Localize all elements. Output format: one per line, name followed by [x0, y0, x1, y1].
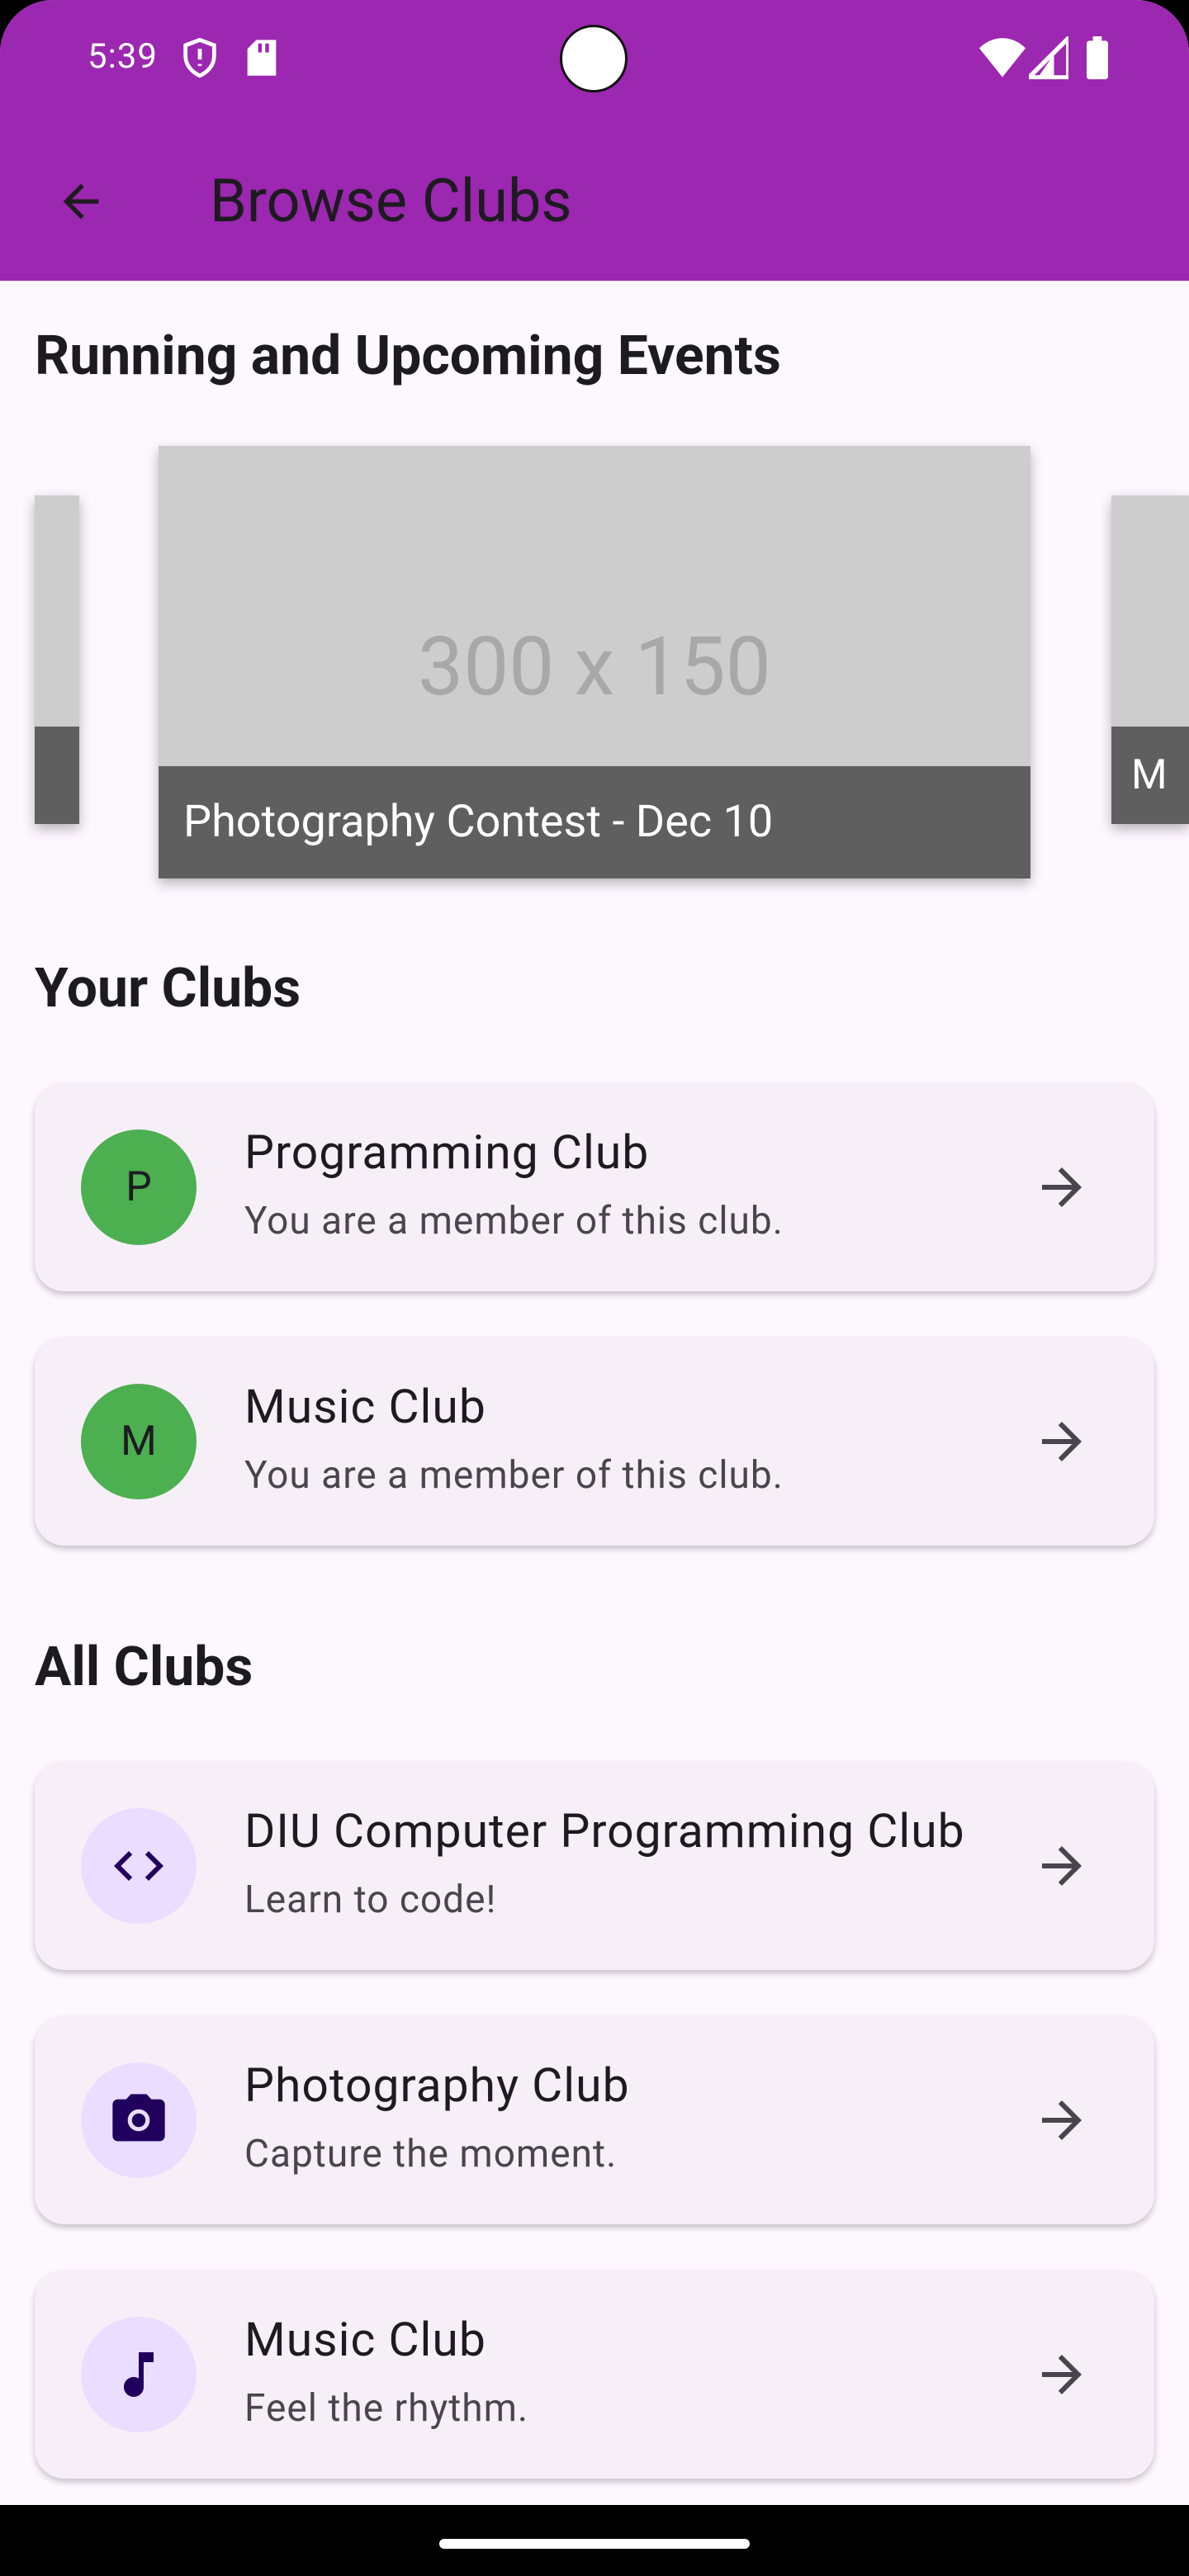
event-image-placeholder: 300 x 150 — [418, 619, 771, 714]
next-event-card[interactable]: M — [1111, 495, 1189, 824]
club-subtitle: You are a member of this club. — [244, 1199, 784, 1243]
wifi-icon — [979, 38, 1026, 78]
all-clubs-title: All Clubs — [35, 1636, 253, 1699]
your-clubs-title: Your Clubs — [35, 957, 301, 1020]
club-name: Programming Club — [244, 1125, 650, 1180]
shield-icon — [183, 37, 216, 78]
event-caption: Photography Contest - Dec 10 — [159, 766, 1030, 878]
battery-icon — [1087, 36, 1108, 79]
arrow-forward-icon[interactable] — [1032, 1836, 1092, 1896]
arrow-forward-icon[interactable] — [1032, 2345, 1092, 2404]
club-name: DIU Computer Programming Club — [244, 1803, 965, 1859]
previous-event-caption-band — [35, 727, 79, 824]
back-button[interactable] — [41, 162, 121, 241]
app-bar: 5:39 Browse Clubs — [0, 0, 1189, 281]
club-icon-avatar — [81, 1808, 197, 1924]
event-card[interactable]: 300 x 150 Photography Contest - Dec 10 — [159, 446, 1030, 878]
club-name: Music Club — [244, 2312, 486, 2367]
club-icon-avatar — [81, 2317, 197, 2432]
arrow-forward-icon[interactable] — [1032, 1412, 1092, 1471]
screen: 5:39 Browse Clubs Running and Upcoming E… — [0, 0, 1189, 2576]
club-card-diu-programming[interactable]: DIU Computer Programming Club Learn to c… — [35, 1762, 1154, 1970]
club-card-music[interactable]: Music Club Feel the rhythm. — [35, 2271, 1154, 2479]
code-icon — [114, 1851, 163, 1881]
club-subtitle: Learn to code! — [244, 1878, 497, 1922]
previous-event-card[interactable] — [35, 495, 79, 824]
signal-icon — [1029, 36, 1068, 79]
sd-card-icon — [247, 40, 277, 76]
next-event-caption: M — [1111, 727, 1189, 824]
your-club-card-music[interactable]: M Music Club You are a member of this cl… — [35, 1338, 1154, 1546]
system-navigation-bar — [0, 2505, 1189, 2576]
club-icon-avatar — [81, 2062, 197, 2178]
club-name: Music Club — [244, 1379, 486, 1434]
music-note-icon — [124, 2352, 154, 2397]
your-club-card-programming[interactable]: P Programming Club You are a member of t… — [35, 1083, 1154, 1291]
events-section-title: Running and Upcoming Events — [35, 324, 781, 388]
club-avatar: M — [81, 1384, 197, 1499]
arrow-back-icon — [63, 183, 99, 220]
camera-cutout — [560, 25, 628, 92]
arrow-forward-icon[interactable] — [1032, 2091, 1092, 2150]
club-subtitle: Feel the rhythm. — [244, 2386, 529, 2431]
arrow-forward-icon[interactable] — [1032, 1158, 1092, 1217]
club-card-photography[interactable]: Photography Club Capture the moment. — [35, 2016, 1154, 2224]
club-name: Photography Club — [244, 2057, 630, 2113]
camera-icon — [112, 2094, 165, 2142]
home-gesture-handle[interactable] — [439, 2539, 750, 2549]
club-subtitle: You are a member of this club. — [244, 1453, 784, 1498]
status-time: 5:39 — [88, 36, 158, 77]
page-title: Browse Clubs — [210, 166, 572, 236]
club-avatar: P — [81, 1129, 197, 1245]
club-subtitle: Capture the moment. — [244, 2132, 618, 2176]
